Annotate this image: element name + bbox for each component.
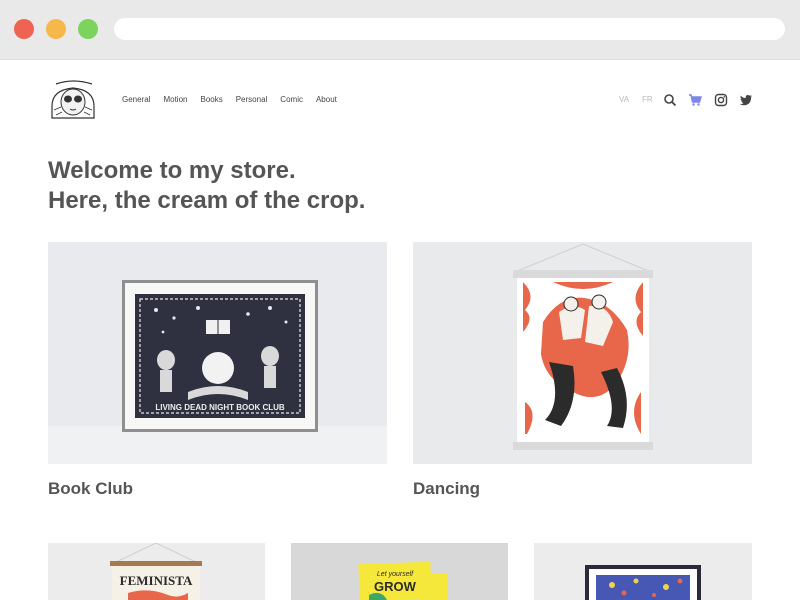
book-club-print-text: LIVING DEAD NIGHT BOOK CLUB — [155, 403, 285, 412]
instagram-icon[interactable] — [714, 93, 728, 107]
site-logo[interactable] — [48, 80, 98, 120]
main-nav: General Motion Books Personal Comic Abou… — [122, 95, 337, 105]
twitter-icon[interactable] — [739, 93, 753, 107]
nav-comic[interactable]: Comic — [280, 95, 303, 105]
grow-print-text-1: Let yourself — [377, 571, 414, 578]
close-window-button[interactable] — [14, 19, 34, 39]
product-image-book-club[interactable]: LIVING DEAD NIGHT BOOK CLUB — [48, 242, 387, 464]
nav-about[interactable]: About — [316, 95, 337, 105]
search-icon[interactable] — [663, 93, 677, 107]
product-image-framed[interactable] — [534, 543, 752, 600]
language-va[interactable]: VA — [619, 95, 629, 105]
feminista-print-text: FEMINISTA — [120, 573, 193, 588]
address-bar[interactable] — [114, 18, 785, 40]
grow-print-text-2: GROW — [374, 579, 417, 594]
nav-motion[interactable]: Motion — [163, 95, 187, 105]
product-image-dancing[interactable] — [413, 242, 752, 464]
minimize-window-button[interactable] — [46, 19, 66, 39]
headline-line-2: Here, the cream of the crop. — [48, 187, 366, 214]
maximize-window-button[interactable] — [78, 19, 98, 39]
logo-face-icon — [51, 80, 95, 119]
browser-toolbar — [0, 0, 800, 60]
nav-books[interactable]: Books — [200, 95, 222, 105]
page-headline: Welcome to my store. Here, the cream of … — [48, 156, 365, 216]
product-title-book-club[interactable]: Book Club — [48, 479, 133, 499]
headline-line-1: Welcome to my store. — [48, 157, 296, 184]
product-image-feminista[interactable]: FEMINISTA — [48, 543, 265, 600]
nav-general[interactable]: General — [122, 95, 150, 105]
nav-personal[interactable]: Personal — [236, 95, 268, 105]
language-fr[interactable]: FR — [642, 95, 653, 105]
product-image-grow[interactable]: Let yourself GROW — [291, 543, 508, 600]
product-title-dancing[interactable]: Dancing — [413, 479, 480, 499]
cart-icon[interactable] — [688, 93, 702, 107]
